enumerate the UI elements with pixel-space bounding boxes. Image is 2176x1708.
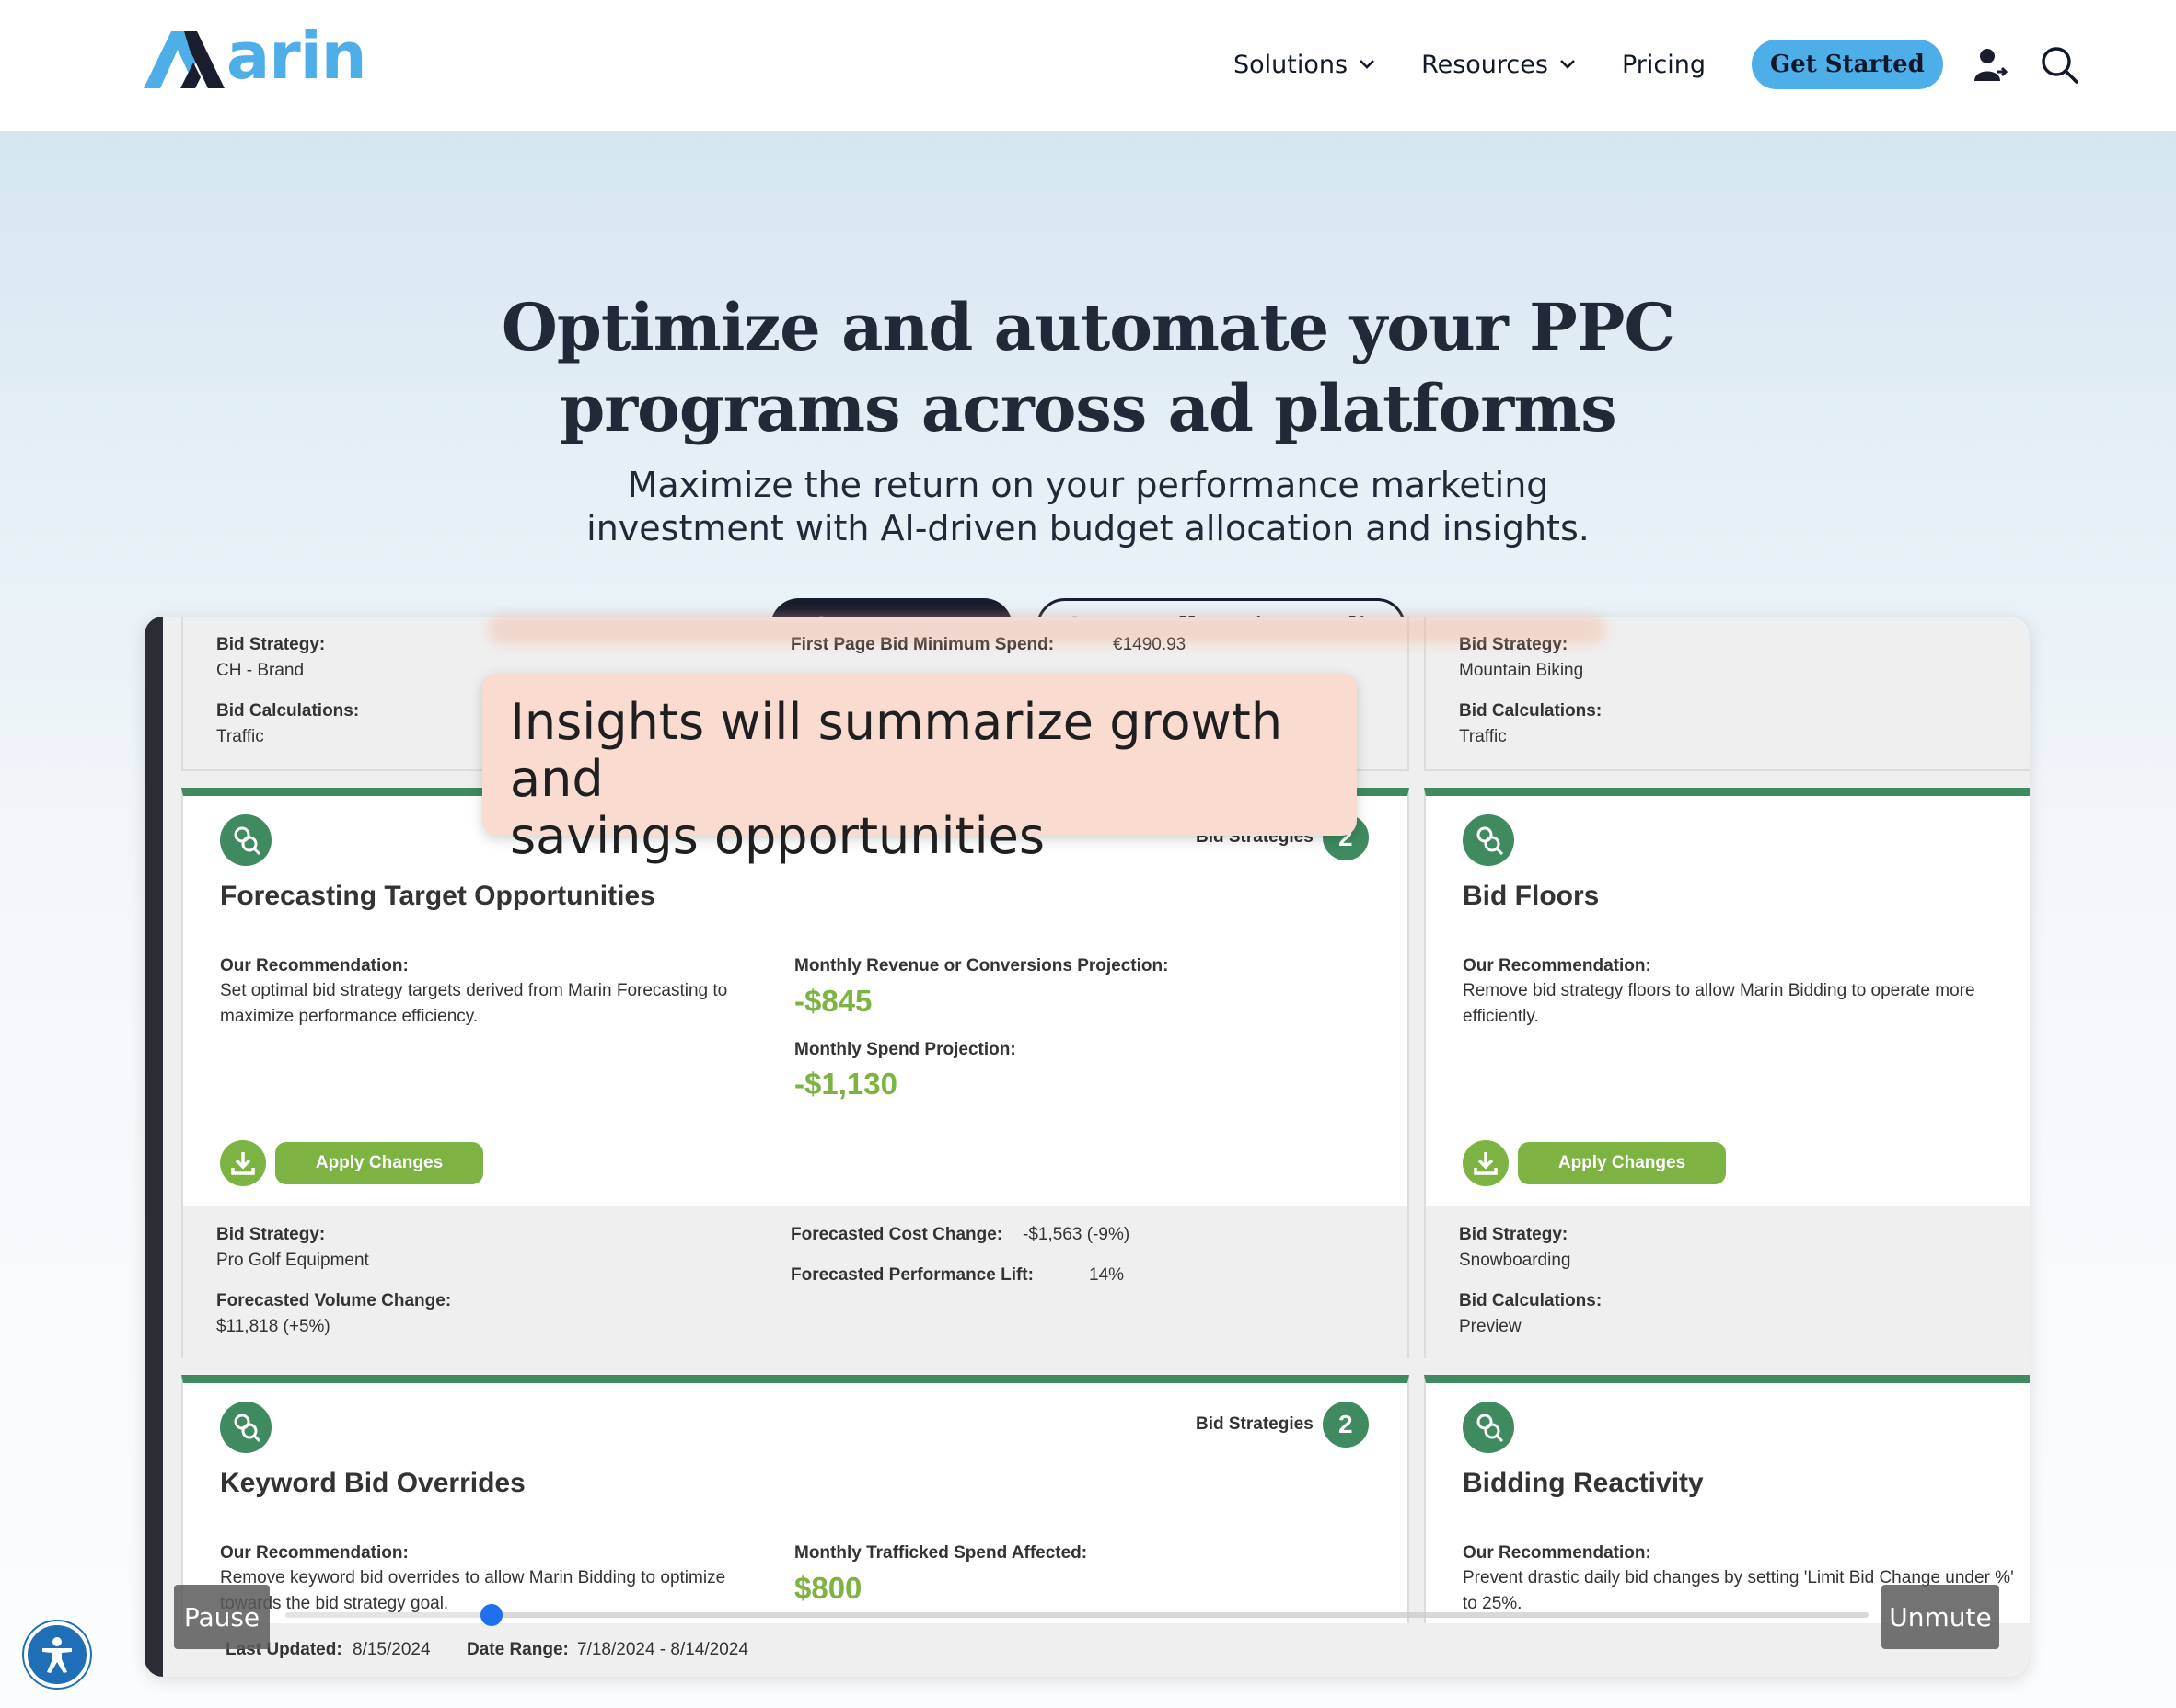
bid-calc-value: Preview bbox=[1459, 1317, 1522, 1336]
logo-wordmark: arin bbox=[226, 18, 367, 94]
bid-strategy-label: Bid Strategy: bbox=[216, 635, 326, 654]
hero-subtitle-line1: Maximize the return on your performance … bbox=[627, 465, 1549, 505]
bid-strategy-value: Pro Golf Equipment bbox=[216, 1251, 369, 1270]
bid-floors-details: Bid Strategy: Snowboarding Bid Calculati… bbox=[1426, 1206, 2030, 1358]
tooltip-glow bbox=[488, 615, 1606, 644]
search-icon[interactable] bbox=[2039, 44, 2079, 85]
card-title: Forecasting Target Opportunities bbox=[220, 881, 655, 911]
card-bid-floors: Bid Floors Our Recommendation: Remove bi… bbox=[1424, 788, 2030, 1358]
nav-pricing[interactable]: Pricing bbox=[1622, 51, 1706, 79]
volume-change-label: Forecasted Volume Change: bbox=[216, 1291, 452, 1310]
date-range-value: 7/18/2024 - 8/14/2024 bbox=[577, 1640, 748, 1659]
trafficked-spend-label: Monthly Trafficked Spend Affected: bbox=[794, 1543, 1088, 1563]
user-login-icon[interactable] bbox=[1971, 44, 2011, 85]
get-started-button[interactable]: Get Started bbox=[1751, 40, 1943, 89]
video-progress-knob[interactable] bbox=[480, 1604, 503, 1626]
recommendation-label: Our Recommendation: bbox=[220, 956, 409, 975]
bid-strategy-value: CH - Brand bbox=[216, 661, 305, 680]
spend-projection-label: Monthly Spend Projection: bbox=[794, 1040, 1016, 1059]
bid-strategy-label: Bid Strategy: bbox=[216, 1225, 326, 1244]
insight-icon bbox=[220, 1402, 272, 1453]
nav-resources[interactable]: Resources bbox=[1421, 51, 1576, 79]
marin-logo-mark-icon bbox=[144, 31, 225, 88]
insight-icon bbox=[1463, 814, 1514, 866]
date-range-label: Date Range: bbox=[467, 1640, 569, 1659]
bid-calc-label: Bid Calculations: bbox=[216, 701, 360, 721]
pause-button[interactable]: Pause bbox=[174, 1585, 270, 1649]
bid-calc-value: Traffic bbox=[1459, 727, 1507, 746]
bid-calc-label: Bid Calculations: bbox=[1459, 701, 1603, 721]
nav-solutions[interactable]: Solutions bbox=[1233, 51, 1375, 79]
bid-strategies-label: Bid Strategies bbox=[1196, 1414, 1314, 1434]
marin-logo[interactable]: arin bbox=[144, 18, 367, 94]
insight-icon bbox=[220, 814, 272, 866]
card-title: Bid Floors bbox=[1463, 881, 1600, 911]
download-icon[interactable] bbox=[220, 1140, 266, 1186]
apply-changes-button[interactable]: Apply Changes bbox=[1518, 1142, 1726, 1184]
revenue-projection-value: -$845 bbox=[794, 984, 873, 1018]
nav-pricing-label: Pricing bbox=[1621, 50, 1706, 79]
chevron-down-icon bbox=[1560, 60, 1575, 69]
video-progress-bar[interactable] bbox=[285, 1604, 1869, 1626]
unmute-button[interactable]: Unmute bbox=[1881, 1585, 1999, 1649]
recommendation-label: Our Recommendation: bbox=[220, 1543, 409, 1563]
bid-strategies-count: 2 bbox=[1322, 1402, 1369, 1448]
apply-changes-button[interactable]: Apply Changes bbox=[275, 1142, 483, 1184]
card-forecasting: Bid Strategies 2 Forecasting Target Oppo… bbox=[181, 788, 1409, 1358]
recommendation-label: Our Recommendation: bbox=[1463, 956, 1651, 975]
site-header: arin Solutions Resources Pricing Get Sta… bbox=[0, 0, 2176, 131]
performance-lift-label: Forecasted Performance Lift: bbox=[791, 1265, 1034, 1285]
cost-change-value: -$1,563 (-9%) bbox=[1023, 1225, 1130, 1244]
revenue-projection-label: Monthly Revenue or Conversions Projectio… bbox=[794, 956, 1169, 975]
insight-icon bbox=[1463, 1402, 1514, 1453]
forecasting-details: Bid Strategy: Pro Golf Equipment Forecas… bbox=[183, 1206, 1407, 1358]
card-title: Keyword Bid Overrides bbox=[220, 1468, 526, 1498]
spend-projection-value: -$1,130 bbox=[794, 1067, 897, 1101]
recommendation-label: Our Recommendation: bbox=[1463, 1543, 1651, 1563]
bid-calc-value: Traffic bbox=[216, 727, 264, 746]
bid-strategies-badge: Bid Strategies 2 bbox=[1196, 1402, 1369, 1448]
cost-change-label: Forecasted Cost Change: bbox=[791, 1225, 1003, 1244]
performance-lift-value: 14% bbox=[1089, 1265, 1125, 1285]
download-icon[interactable] bbox=[1463, 1140, 1509, 1186]
bid-calc-label: Bid Calculations: bbox=[1459, 1291, 1603, 1310]
bid-strategy-value: Snowboarding bbox=[1459, 1251, 1571, 1270]
trafficked-spend-value: $800 bbox=[794, 1571, 862, 1605]
insights-tooltip: Insights will summarize growth and savin… bbox=[482, 674, 1357, 865]
chevron-down-icon bbox=[1360, 60, 1374, 69]
hero-title-line1: Optimize and automate your PPC bbox=[501, 289, 1675, 365]
bid-strategy-value: Mountain Biking bbox=[1459, 661, 1584, 680]
tooltip-line1: Insights will summarize growth and bbox=[510, 693, 1283, 808]
video-footer-strip: Last Updated: 8/15/2024 Date Range: 7/18… bbox=[163, 1623, 2030, 1677]
accessibility-icon[interactable] bbox=[24, 1621, 90, 1688]
hero-subtitle: Maximize the return on your performance … bbox=[444, 464, 1732, 550]
recommendation-text: Remove bid strategy floors to allow Mari… bbox=[1463, 981, 1975, 1026]
hero-title-line2: programs across ad platforms bbox=[560, 370, 1616, 446]
hero-subtitle-line2: investment with AI-driven budget allocat… bbox=[586, 508, 1590, 548]
main-nav: Solutions Resources Pricing Get Started bbox=[1233, 37, 2107, 92]
nav-solutions-label: Solutions bbox=[1233, 50, 1348, 79]
card-title: Bidding Reactivity bbox=[1463, 1468, 1704, 1498]
bid-strategy-label: Bid Strategy: bbox=[1459, 1225, 1568, 1244]
hero-title: Optimize and automate your PPC programs … bbox=[444, 287, 1732, 449]
tooltip-line2: savings opportunities bbox=[510, 807, 1045, 865]
nav-resources-label: Resources bbox=[1421, 50, 1548, 79]
recommendation-text: Set optimal bid strategy targets derived… bbox=[220, 981, 728, 1026]
last-updated-value: 8/15/2024 bbox=[353, 1640, 431, 1659]
video-progress-fill bbox=[285, 1612, 492, 1618]
volume-change-value: $11,818 (+5%) bbox=[216, 1317, 330, 1336]
